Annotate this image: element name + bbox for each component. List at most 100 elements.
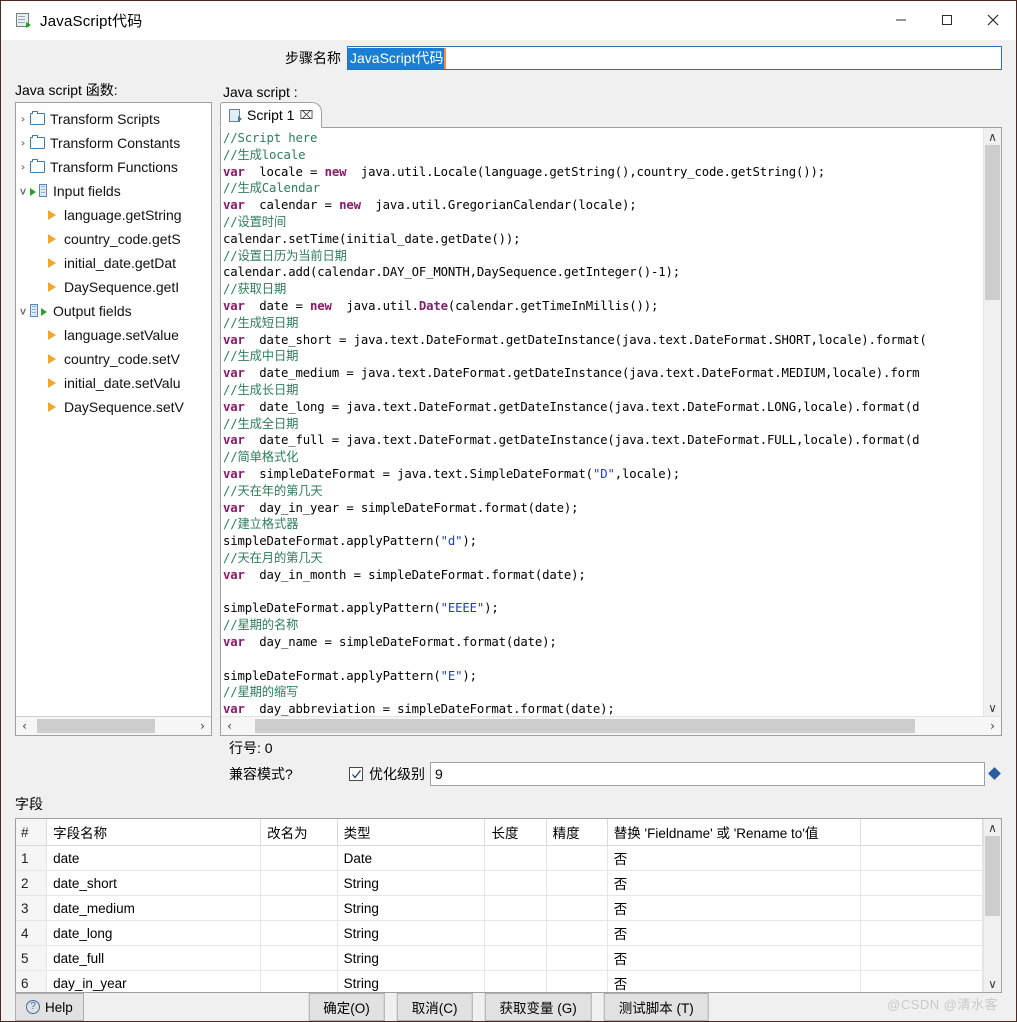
cell-replace[interactable]: 否 [607,845,861,871]
tree-item-language-setvalue[interactable]: language.setValue [16,323,211,347]
table-row[interactable]: 4 date_long String 否 [16,920,984,946]
code-hscroll-track[interactable] [238,718,984,734]
tab-script-1[interactable]: Script 1 ⌧ [220,102,323,128]
cell-precision[interactable] [546,945,608,971]
table-row[interactable]: 1 date Date 否 [16,845,984,871]
table-row[interactable]: 2 date_short String 否 [16,870,984,896]
close-icon[interactable] [970,1,1016,39]
column-header[interactable]: 字段名称 [46,819,262,846]
cell-extra[interactable] [860,945,984,971]
cell-extra[interactable] [860,895,984,921]
tree-scroll-right-icon[interactable]: › [194,718,211,734]
chevron-down-icon[interactable]: ∨ [19,306,28,316]
code-scroll-down-icon[interactable]: ∨ [984,699,1001,716]
cell-name[interactable]: day_in_year [46,970,262,992]
tree-scroll-track[interactable] [33,718,194,734]
cell-type[interactable]: String [337,870,486,896]
cell-length[interactable] [484,845,547,871]
cell-name[interactable]: date_long [46,920,262,946]
cell-length[interactable] [484,870,547,896]
cell-rename[interactable] [260,920,338,946]
cell-idx[interactable]: 1 [16,845,48,871]
code-scroll-left-icon[interactable]: ‹ [221,718,238,734]
cell-rename[interactable] [260,845,338,871]
column-header[interactable]: 改名为 [260,819,338,846]
cell-type[interactable]: String [337,970,486,992]
cell-name[interactable]: date [46,845,262,871]
test-script-button[interactable]: 测试脚本 (T) [603,993,709,1021]
code-scroll-right-icon[interactable]: › [984,718,1001,734]
variable-diamond-icon[interactable] [989,768,1002,781]
cell-name[interactable]: date_medium [46,895,262,921]
tree-item-transform-functions[interactable]: › Transform Functions [16,155,211,179]
tree-item-transform-scripts[interactable]: › Transform Scripts [16,107,211,131]
cell-type[interactable]: String [337,945,486,971]
code-text[interactable]: //Script here //生成locale var locale = new … [221,128,983,716]
cell-precision[interactable] [546,895,608,921]
help-button[interactable]: ? Help [15,993,84,1021]
fields-scroll-up-icon[interactable]: ∧ [984,819,1001,836]
column-header[interactable]: 替换 'Fieldname' 或 'Rename to'值 [607,819,861,846]
tab-close-icon[interactable]: ⌧ [299,109,313,121]
tree-item-country-code-gets[interactable]: country_code.getS [16,227,211,251]
fields-scroll-down-icon[interactable]: ∨ [984,975,1001,992]
optimization-level-input[interactable]: 9 [430,762,985,786]
cell-idx[interactable]: 5 [16,945,48,971]
cell-name[interactable]: date_full [46,945,262,971]
cell-replace[interactable]: 否 [607,945,861,971]
cell-rename[interactable] [260,895,338,921]
code-vscroll-track[interactable] [984,145,1001,699]
chevron-right-icon[interactable]: › [21,138,26,148]
cell-extra[interactable] [860,845,984,871]
cell-replace[interactable]: 否 [607,870,861,896]
code-vscroll-thumb[interactable] [985,145,1000,300]
cell-rename[interactable] [260,870,338,896]
cell-idx[interactable]: 2 [16,870,48,896]
cell-length[interactable] [484,895,547,921]
tree-item-daysequence-setv[interactable]: DaySequence.setV [16,395,211,419]
tree-item-daysequence-geti[interactable]: DaySequence.getI [16,275,211,299]
cell-idx[interactable]: 4 [16,920,48,946]
fields-vscroll-track[interactable] [984,836,1001,975]
column-header[interactable]: 精度 [546,819,608,846]
code-scroll-up-icon[interactable]: ∧ [984,128,1001,145]
column-header[interactable]: 长度 [484,819,547,846]
chevron-right-icon[interactable]: › [21,162,26,172]
cell-name[interactable]: date_short [46,870,262,896]
minimize-icon[interactable] [878,1,924,39]
maximize-icon[interactable] [924,1,970,39]
functions-tree[interactable]: › Transform Scripts › Transform Constants › T… [16,103,211,716]
cell-idx[interactable]: 3 [16,895,48,921]
cell-length[interactable] [484,920,547,946]
column-header[interactable] [860,819,984,846]
code-horizontal-scrollbar[interactable]: ‹ › [221,716,1001,735]
tree-item-output-fields[interactable]: ∨ Output fields [16,299,211,323]
cell-precision[interactable] [546,920,608,946]
cell-type[interactable]: String [337,920,486,946]
cell-extra[interactable] [860,870,984,896]
tree-item-country-code-setv[interactable]: country_code.setV [16,347,211,371]
tree-item-initial-date-setvalu[interactable]: initial_date.setValu [16,371,211,395]
tree-item-transform-constants[interactable]: › Transform Constants [16,131,211,155]
cell-type[interactable]: String [337,895,486,921]
optimization-checkbox[interactable] [349,767,363,781]
cell-extra[interactable] [860,970,984,992]
cell-idx[interactable]: 6 [16,970,48,992]
code-hscroll-thumb[interactable] [255,719,915,733]
cell-type[interactable]: Date [337,845,486,871]
tree-horizontal-scrollbar[interactable]: ‹ › [16,716,211,735]
tree-scroll-thumb[interactable] [37,719,155,733]
column-header[interactable]: # [16,819,48,846]
cell-precision[interactable] [546,870,608,896]
table-row[interactable]: 3 date_medium String 否 [16,895,984,921]
ok-button[interactable]: 确定(O) [308,993,385,1021]
cell-length[interactable] [484,945,547,971]
table-row[interactable]: 5 date_full String 否 [16,945,984,971]
cell-extra[interactable] [860,920,984,946]
fields-vscroll-thumb[interactable] [985,836,1000,916]
fields-vertical-scrollbar[interactable]: ∧ ∨ [983,819,1001,992]
cell-precision[interactable] [546,845,608,871]
code-vertical-scrollbar[interactable]: ∧ ∨ [983,128,1001,716]
cell-rename[interactable] [260,970,338,992]
tree-scroll-left-icon[interactable]: ‹ [16,718,33,734]
